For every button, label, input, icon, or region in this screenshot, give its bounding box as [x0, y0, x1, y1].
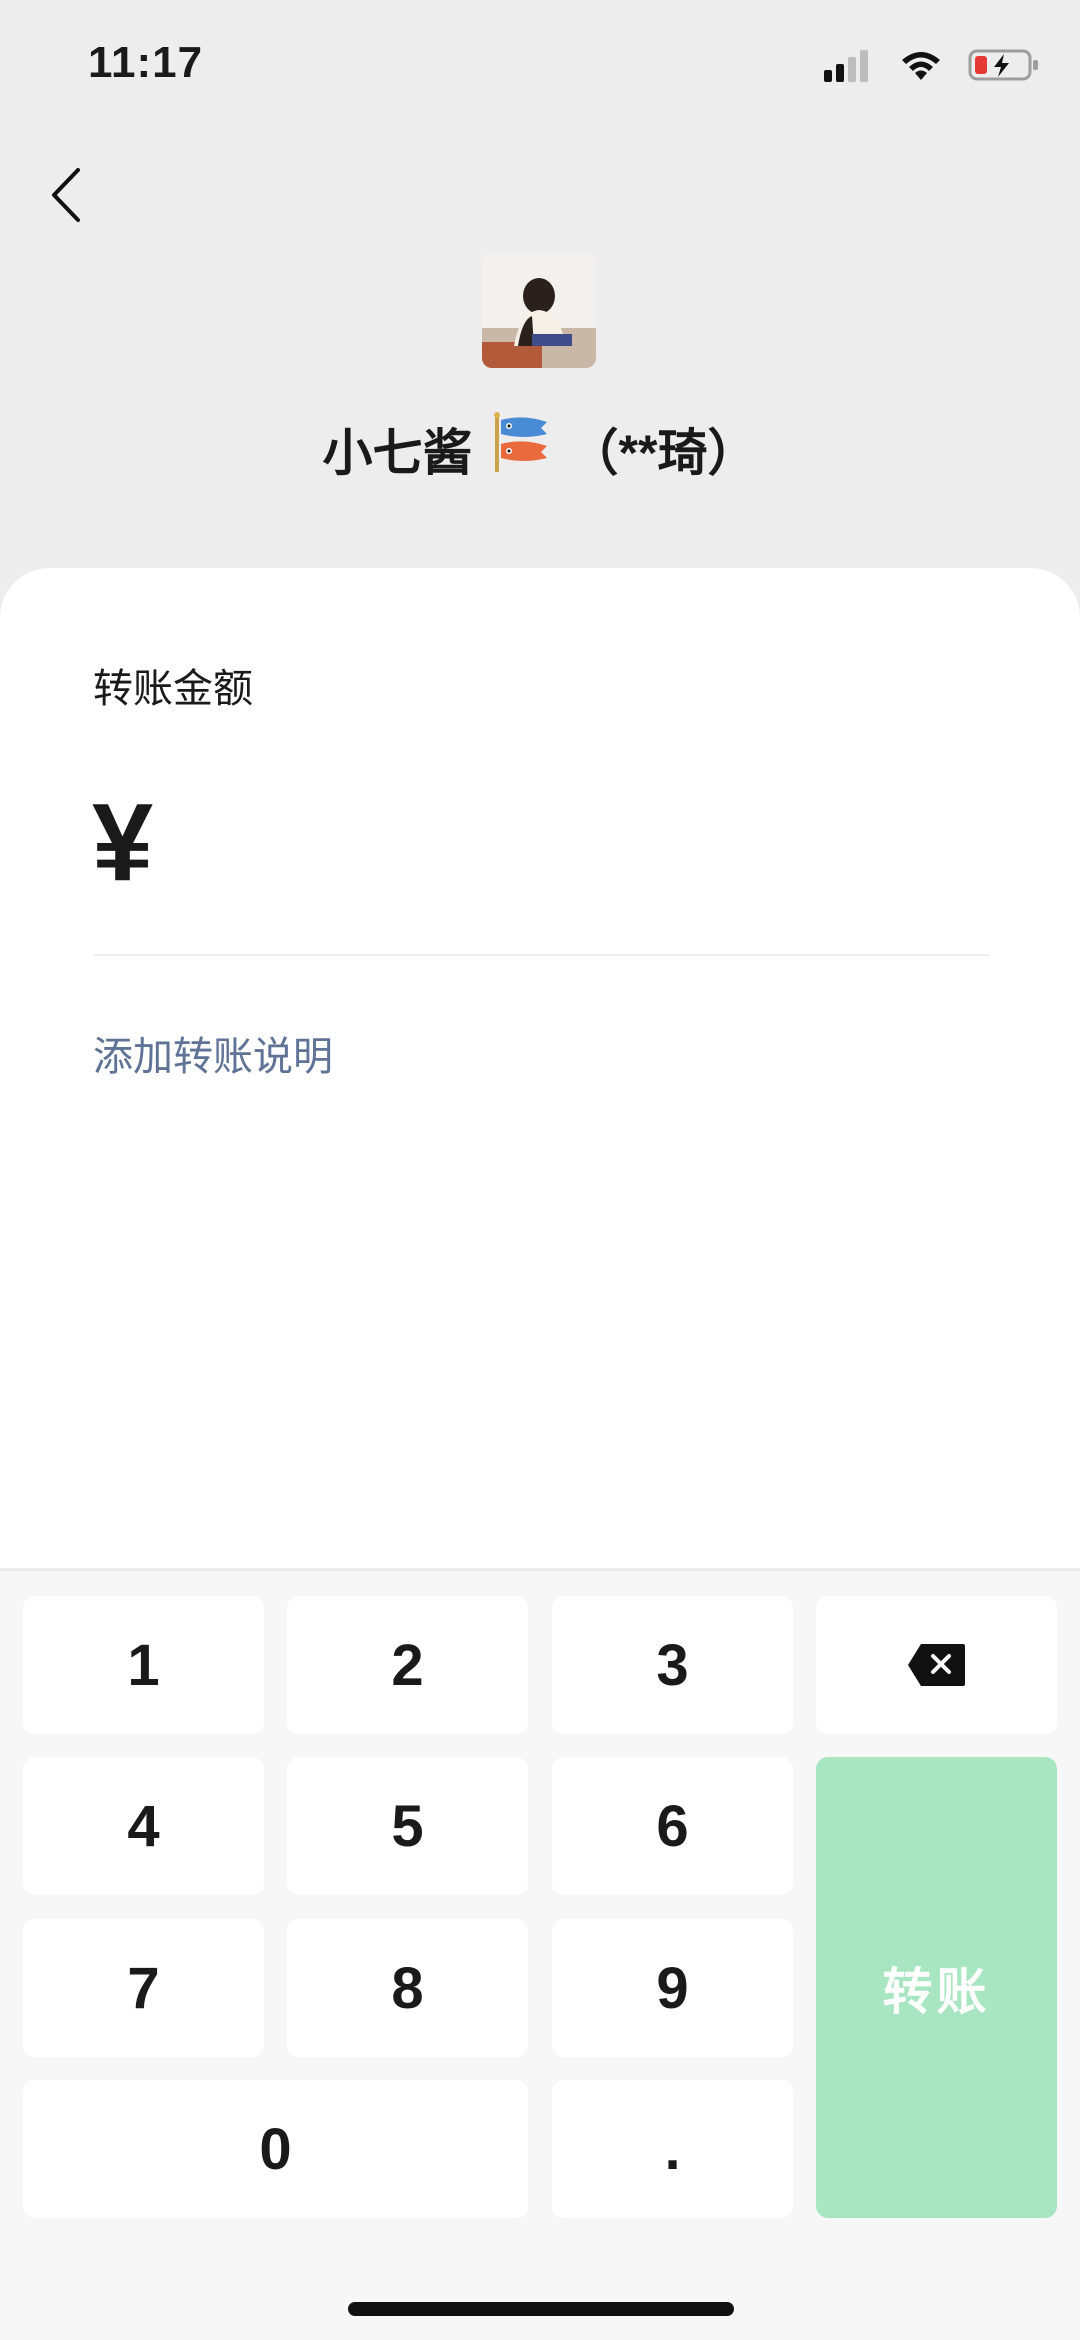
key-8[interactable]: 8	[287, 1919, 528, 2057]
recipient-name: 小七酱	[322, 425, 473, 481]
numeric-keypad: 1 2 3 4 5 6 7 8 9 0 . 转账	[0, 1570, 1080, 2340]
battery-low-charging-icon	[968, 49, 1038, 81]
key-5[interactable]: 5	[287, 1757, 528, 1895]
transfer-card: 转账金额 ¥ 添加转账说明	[0, 568, 1080, 1568]
amount-input[interactable]: ¥	[92, 788, 153, 898]
signal-icon	[824, 50, 868, 82]
backspace-icon	[907, 1644, 965, 1686]
home-indicator	[348, 2302, 734, 2316]
delete-key[interactable]	[816, 1596, 1057, 1734]
amount-divider	[93, 954, 989, 956]
recipient-avatar	[482, 254, 596, 368]
key-decimal[interactable]: .	[552, 2080, 793, 2218]
wifi-icon	[902, 52, 940, 80]
add-transfer-note-link[interactable]: 添加转账说明	[93, 1024, 333, 1082]
back-button[interactable]	[40, 160, 110, 230]
avatar-photo-icon	[482, 254, 596, 368]
chevron-left-icon	[52, 168, 80, 222]
key-3[interactable]: 3	[552, 1596, 793, 1734]
carp-streamer-icon	[491, 412, 551, 486]
key-4[interactable]: 4	[23, 1757, 264, 1895]
transfer-button[interactable]: 转账	[816, 1757, 1057, 2218]
key-0[interactable]: 0	[23, 2080, 528, 2218]
recipient-name-row: 小七酱 （**琦）	[0, 412, 1080, 486]
currency-symbol: ¥	[92, 781, 154, 904]
status-bar: 11:17	[0, 0, 1080, 130]
status-icons	[822, 48, 1040, 82]
key-7[interactable]: 7	[23, 1919, 264, 2057]
amount-label: 转账金额	[93, 667, 253, 711]
key-2[interactable]: 2	[287, 1596, 528, 1734]
recipient-masked-name: （**琦）	[568, 425, 758, 481]
key-6[interactable]: 6	[552, 1757, 793, 1895]
status-time: 11:17	[88, 38, 204, 87]
key-1[interactable]: 1	[23, 1596, 264, 1734]
key-9[interactable]: 9	[552, 1919, 793, 2057]
